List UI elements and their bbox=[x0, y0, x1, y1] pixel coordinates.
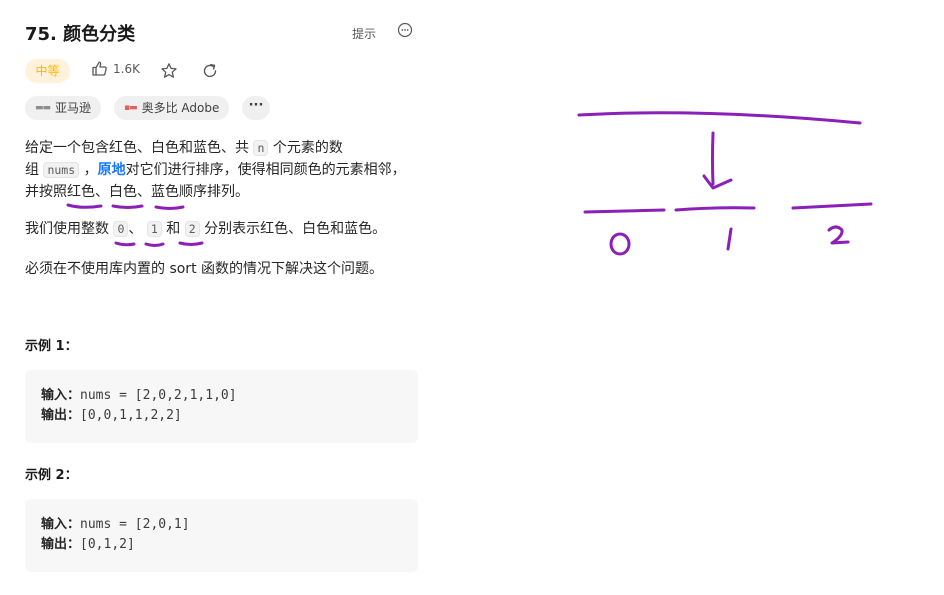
text: 我们使用整数 bbox=[25, 221, 114, 237]
inline-code: 2 bbox=[184, 221, 200, 237]
description-paragraph-3: 必须在不使用库内置的 sort 函数的情况下解决这个问题。 bbox=[25, 261, 384, 277]
tag-label: 亚马逊 bbox=[55, 101, 92, 115]
digit-zero-stroke bbox=[609, 232, 631, 256]
text: 和 bbox=[161, 221, 185, 237]
output-label: 输出： bbox=[41, 537, 81, 552]
problem-title: 75. 颜色分类 bbox=[25, 24, 136, 45]
digit-two-stroke bbox=[827, 225, 850, 245]
underline-stroke bbox=[178, 241, 204, 246]
tag-dots-icon: ▬▬ bbox=[35, 103, 51, 113]
example-title: 示例 2： bbox=[25, 468, 78, 483]
company-tag[interactable]: ▪▬ 奥多比 Adobe bbox=[114, 96, 230, 120]
star-icon[interactable] bbox=[160, 62, 178, 80]
top-line-stroke bbox=[577, 111, 862, 125]
arrow-shaft-stroke bbox=[711, 131, 715, 186]
text: 组 bbox=[25, 162, 44, 178]
arrow-head-stroke bbox=[702, 174, 733, 190]
tag-label: 奥多比 Adobe bbox=[141, 101, 220, 115]
example-input-line: 输入：nums = [2,0,2,1,1,0] bbox=[41, 386, 402, 406]
input-label: 输入： bbox=[41, 388, 81, 403]
underline-stroke bbox=[144, 242, 165, 247]
text: ， bbox=[79, 162, 98, 178]
inline-code: 0 bbox=[113, 221, 129, 237]
segment-stroke bbox=[791, 202, 873, 210]
description-paragraph-1: 给定一个包含红色、白色和蓝色、共 n 个元素的数 组 nums ，原地对它们进行… bbox=[25, 137, 406, 203]
segment-stroke bbox=[674, 206, 756, 212]
text: 对它们进行排序，使得相同颜色的元素相邻， bbox=[125, 162, 406, 178]
input-value: nums = [2,0,1] bbox=[80, 517, 190, 532]
company-tag[interactable]: ▬▬ 亚马逊 bbox=[25, 96, 102, 120]
example-output-line: 输出：[0,0,1,1,2,2] bbox=[41, 406, 402, 426]
input-label: 输入： bbox=[41, 517, 81, 532]
output-value: [0,1,2] bbox=[80, 537, 135, 552]
inline-code: nums bbox=[43, 162, 80, 178]
more-tags-button[interactable]: ··· bbox=[242, 96, 270, 120]
text: 个元素的数 bbox=[268, 140, 343, 156]
example-box: 输入：nums = [2,0,1] 输出：[0,1,2] bbox=[25, 499, 418, 572]
text: 、 bbox=[128, 221, 147, 237]
text: 并按照红色、白色、蓝色顺序排列。 bbox=[25, 184, 249, 200]
example-title: 示例 1： bbox=[25, 339, 78, 354]
text: 给定一个包含红色、白色和蓝色、共 bbox=[25, 140, 254, 156]
input-value: nums = [2,0,2,1,1,0] bbox=[80, 388, 237, 403]
underline-stroke bbox=[66, 203, 103, 209]
hint-button[interactable]: 提示 bbox=[352, 25, 376, 42]
output-label: 输出： bbox=[41, 408, 81, 423]
emphasis-link[interactable]: 原地 bbox=[98, 162, 126, 178]
description-paragraph-2: 我们使用整数 0、 1 和 2 分别表示红色、白色和蓝色。 bbox=[25, 218, 386, 240]
thumbs-up-icon bbox=[92, 61, 107, 76]
text: 分别表示红色、白色和蓝色。 bbox=[199, 221, 387, 237]
difficulty-badge: 中等 bbox=[25, 59, 70, 83]
underline-stroke bbox=[111, 204, 144, 209]
inline-code: 1 bbox=[146, 221, 162, 237]
tag-dots-icon: ▪▬ bbox=[124, 103, 138, 113]
digit-one-stroke bbox=[726, 227, 733, 251]
inline-code: n bbox=[253, 140, 269, 156]
like-button[interactable]: 1.6K bbox=[91, 60, 140, 77]
example-output-line: 输出：[0,1,2] bbox=[41, 535, 402, 555]
output-value: [0,0,1,1,2,2] bbox=[80, 408, 182, 423]
segment-stroke bbox=[583, 208, 666, 214]
underline-stroke bbox=[114, 241, 136, 247]
example-input-line: 输入：nums = [2,0,1] bbox=[41, 515, 402, 535]
underline-stroke bbox=[154, 205, 185, 210]
refresh-icon[interactable] bbox=[201, 62, 219, 80]
more-circle-icon[interactable] bbox=[397, 22, 413, 38]
example-box: 输入：nums = [2,0,2,1,1,0] 输出：[0,0,1,1,2,2] bbox=[25, 370, 418, 443]
like-count: 1.6K bbox=[113, 61, 140, 76]
